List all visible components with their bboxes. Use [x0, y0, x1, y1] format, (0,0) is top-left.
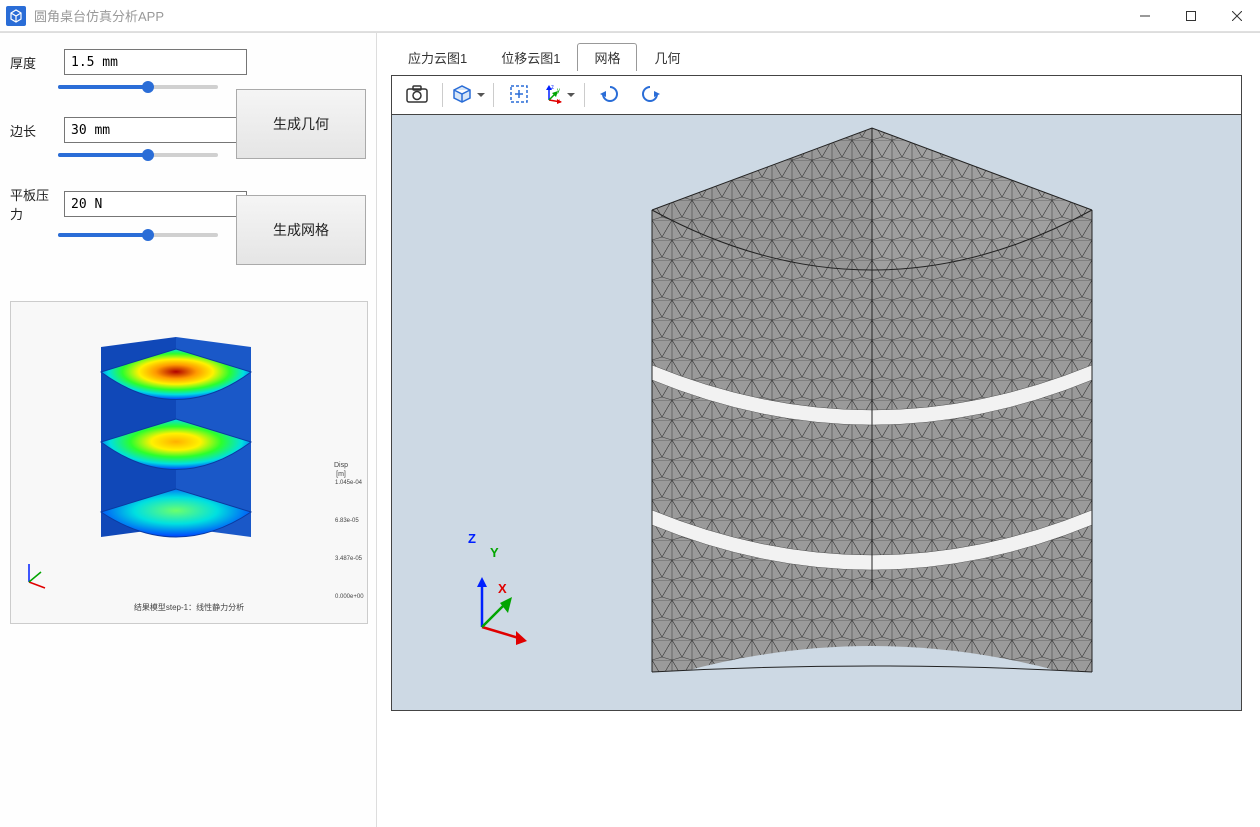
left-panel: 厚度 边长 平板压力 生成几何 — [0, 33, 377, 827]
app-title: 圆角桌台仿真分析APP — [34, 6, 164, 25]
thickness-slider[interactable] — [58, 81, 218, 93]
tab-geometry[interactable]: 几何 — [637, 43, 697, 71]
titlebar: 圆角桌台仿真分析APP — [0, 0, 1260, 32]
close-button[interactable] — [1214, 0, 1260, 32]
fit-view-button[interactable] — [504, 81, 534, 109]
fit-icon — [509, 84, 529, 107]
screenshot-button[interactable] — [402, 81, 432, 109]
legend-unit: [m] — [325, 471, 357, 478]
preview-legend: Disp [m] 1.045e-04 6.83e-05 3.487e-05 0.… — [325, 462, 357, 600]
app-icon — [6, 6, 26, 26]
preview-axis-gizmo — [21, 560, 51, 593]
rotate-ccw-icon — [599, 84, 621, 107]
legend-tick-min: 0.000e+00 — [335, 594, 364, 600]
camera-icon — [406, 85, 428, 106]
axis-z-label: Z — [468, 531, 476, 546]
svg-text:z: z — [551, 85, 554, 91]
legend-title: Disp — [325, 462, 357, 469]
svg-text:y: y — [557, 88, 560, 94]
viewport-toolbar: z y x — [391, 75, 1242, 115]
generate-mesh-button[interactable]: 生成网格 — [236, 195, 366, 265]
preview-caption: 结果模型step-1：线性静力分析 — [11, 602, 367, 613]
axis-icon: z y x — [543, 84, 563, 107]
thickness-input[interactable] — [64, 49, 247, 75]
view-tabs: 应力云图1 位移云图1 网格 几何 — [391, 43, 1242, 71]
preview-model — [71, 337, 281, 570]
edge-input[interactable] — [64, 117, 247, 143]
mesh-viewport[interactable]: Z Y X — [391, 115, 1242, 711]
generate-geometry-button[interactable]: 生成几何 — [236, 89, 366, 159]
tab-mesh[interactable]: 网格 — [577, 43, 637, 71]
pressure-label: 平板压力 — [10, 185, 58, 223]
result-preview: Disp [m] 1.045e-04 6.83e-05 3.487e-05 0.… — [10, 301, 368, 624]
axis-x-label: X — [498, 581, 507, 596]
thickness-label: 厚度 — [10, 53, 58, 72]
window-controls — [1122, 0, 1260, 32]
edge-slider[interactable] — [58, 149, 218, 161]
rotate-cw-button[interactable] — [635, 81, 665, 109]
axis-y-label: Y — [490, 545, 499, 560]
svg-text:x: x — [557, 99, 560, 104]
legend-tick-mid2: 3.487e-05 — [335, 556, 364, 562]
maximize-button[interactable] — [1168, 0, 1214, 32]
edge-label: 边长 — [10, 121, 58, 140]
rotate-ccw-button[interactable] — [595, 81, 625, 109]
viewport-axis-gizmo: Z Y X — [472, 577, 542, 650]
view-cube-button[interactable] — [453, 81, 483, 109]
tab-displacement[interactable]: 位移云图1 — [484, 43, 577, 71]
legend-tick-mid1: 6.83e-05 — [335, 518, 364, 524]
pressure-input[interactable] — [64, 191, 247, 217]
minimize-button[interactable] — [1122, 0, 1168, 32]
right-panel: 应力云图1 位移云图1 网格 几何 — [377, 33, 1260, 827]
legend-tick-max: 1.045e-04 — [335, 480, 364, 486]
axis-orient-button[interactable]: z y x — [544, 81, 574, 109]
pressure-slider[interactable] — [58, 229, 218, 241]
main-area: 厚度 边长 平板压力 生成几何 — [0, 32, 1260, 827]
cube-icon — [451, 84, 473, 107]
mesh-model — [592, 120, 1152, 690]
rotate-cw-icon — [639, 84, 661, 107]
tab-stress[interactable]: 应力云图1 — [391, 43, 484, 71]
